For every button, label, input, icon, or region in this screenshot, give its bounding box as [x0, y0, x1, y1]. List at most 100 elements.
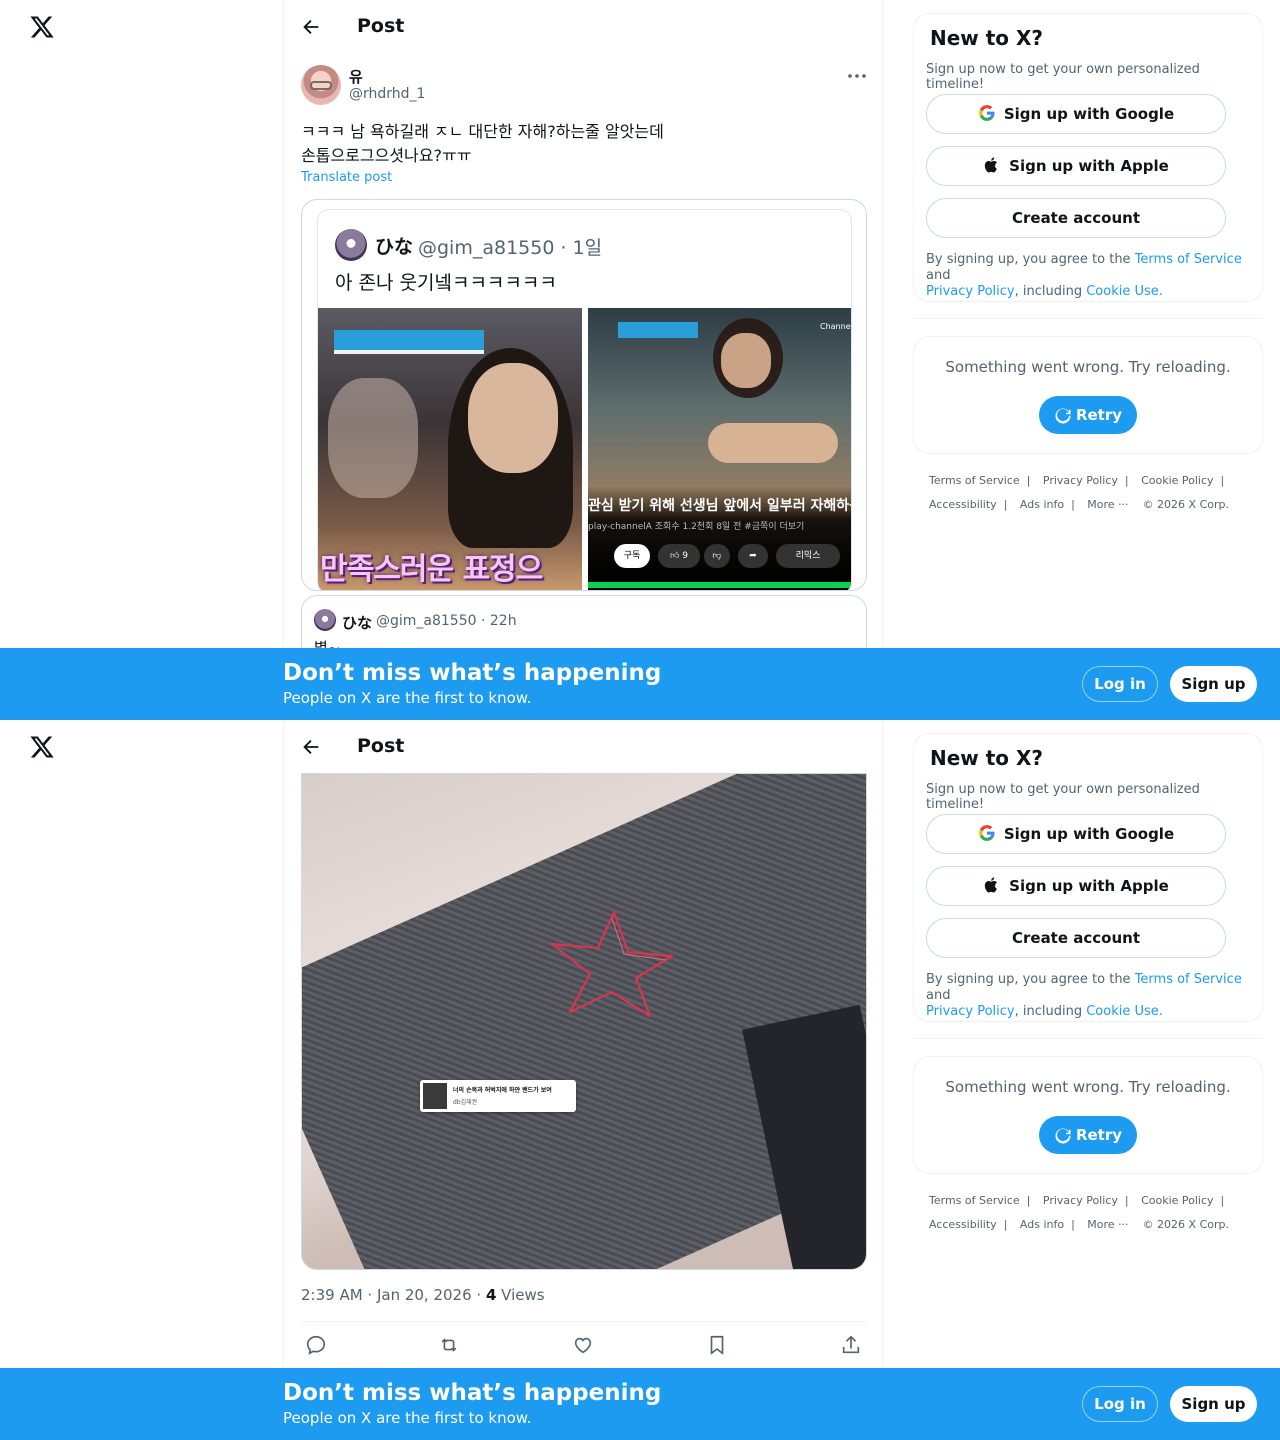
screenshot-author-handle: @gim_a81550 · 1일 — [418, 237, 603, 259]
reply-icon[interactable] — [305, 1334, 327, 1356]
trends-error-card: Something went wrong. Try reloading. Ret… — [913, 1056, 1263, 1174]
privacy-link[interactable]: Privacy Policy — [926, 284, 1015, 299]
signup-banner: Don’t miss what’s happening People on X … — [0, 648, 1280, 720]
footer-ads-link[interactable]: Ads info — [1020, 498, 1064, 511]
post-media[interactable]: ひな @gim_a81550 · 1일 아 존나 웃기넼ㅋㅋㅋㅋㅋㅋ 만족스러운… — [301, 199, 867, 591]
footer-sep: | — [1026, 1194, 1031, 1207]
screenshot-author-name: ひな — [375, 236, 414, 258]
footer-ads-link[interactable]: Ads info — [1020, 1218, 1064, 1231]
signup-apple-button[interactable]: Sign up with Apple — [926, 146, 1226, 186]
apple-icon — [984, 157, 998, 173]
new-to-x-subtitle: Sign up now to get your own personalized… — [926, 62, 1200, 92]
divider — [301, 1321, 867, 1322]
signup-banner: Don’t miss what’s happening People on X … — [0, 1368, 1280, 1440]
page-title: Post — [357, 15, 405, 37]
retry-button[interactable]: Retry — [1039, 396, 1137, 434]
sticker-line-1: 너의 손목과 허벅지에 하얀 밴드가 보여 — [453, 1087, 552, 1094]
login-button[interactable]: Log in — [1082, 666, 1158, 702]
views-label: Views — [496, 1286, 545, 1304]
retry-label: Retry — [1075, 406, 1123, 424]
banner-title: Don’t miss what’s happening — [283, 660, 662, 686]
signup-google-button[interactable]: Sign up with Google — [926, 94, 1226, 134]
footer-more-link[interactable]: More ··· — [1087, 1218, 1128, 1231]
video-action-bar: 구독 👍︎ 9 👎︎ ➦ 리믹스 — [588, 544, 851, 568]
author-name[interactable]: 유 — [349, 66, 363, 87]
new-to-x-card: New to X? Sign up now to get your own pe… — [913, 733, 1263, 1022]
terms-link[interactable]: Terms of Service — [1135, 252, 1242, 267]
video-meta: play-channelA 조회수 1.2천회 8일 전 #금쪽이 더보기 — [588, 522, 805, 532]
legal-middle: , including — [1014, 1004, 1087, 1019]
author-avatar[interactable] — [301, 65, 341, 105]
page-title: Post — [357, 735, 405, 757]
subscribe-chip: 구독 — [614, 544, 650, 568]
new-to-x-card: New to X? Sign up now to get your own pe… — [913, 13, 1263, 302]
signup-button[interactable]: Sign up — [1170, 666, 1257, 702]
footer-links-row2: Accessibility | Ads info | More ··· © 2026 … — [929, 498, 1229, 511]
footer-terms-link[interactable]: Terms of Service — [929, 1194, 1020, 1207]
screenshot-avatar — [335, 229, 367, 261]
screenshot-caption: 만족스러운 표정으 — [320, 552, 543, 587]
legal-and: and — [926, 988, 951, 1003]
retry-button[interactable]: Retry — [1039, 1116, 1137, 1154]
post-timestamp[interactable]: 2:39 AM · Jan 20, 2026 · 4 Views — [301, 1286, 545, 1304]
sidebar-divider — [913, 1038, 1263, 1039]
quoted-post-image[interactable]: 너의 손목과 허벅지에 하얀 밴드가 보여 db김재권 — [301, 773, 867, 1270]
footer-sep: | — [1071, 1218, 1075, 1231]
viewport-bottom: Post 너의 손목과 허벅지에 하얀 밴드가 보여 db김재권 2:39 AM… — [0, 720, 1280, 1440]
footer-sep: | — [1220, 474, 1225, 487]
author-handle[interactable]: @rhdrhd_1 — [349, 86, 425, 102]
top-bar: Post — [284, 720, 882, 773]
footer-links-row1: Terms of Service | Privacy Policy | Cookie… — [929, 1194, 1233, 1207]
privacy-link[interactable]: Privacy Policy — [926, 1004, 1015, 1019]
sidebar-divider — [913, 318, 1263, 319]
legal-middle: , including — [1014, 284, 1087, 299]
signup-google-label: Sign up with Google — [1003, 825, 1175, 843]
share-arrow-icon: ➦ — [738, 544, 768, 568]
x-logo-icon[interactable] — [29, 734, 55, 760]
footer-accessibility-link[interactable]: Accessibility — [929, 498, 997, 511]
screenshot-image-right: Channel 관심 받기 위해 선생님 앞에서 일부러 자해하는.. play… — [588, 308, 852, 590]
translate-post-link[interactable]: Translate post — [301, 170, 392, 185]
arrow-left-icon[interactable] — [300, 736, 322, 758]
more-options-icon[interactable] — [847, 72, 867, 80]
quoted-author-name: ひな — [342, 614, 373, 632]
signup-apple-button[interactable]: Sign up with Apple — [926, 866, 1226, 906]
terms-link[interactable]: Terms of Service — [1135, 972, 1242, 987]
repost-icon[interactable] — [438, 1334, 460, 1356]
channel-label: Channel — [820, 322, 852, 331]
refresh-icon — [1055, 1128, 1071, 1144]
bookmark-icon[interactable] — [706, 1334, 728, 1356]
arrow-left-icon[interactable] — [300, 16, 322, 38]
google-icon — [979, 825, 995, 841]
footer-terms-link[interactable]: Terms of Service — [929, 474, 1020, 487]
retry-label: Retry — [1075, 1126, 1123, 1144]
footer-copyright: © 2026 X Corp. — [1142, 1218, 1229, 1231]
apple-icon — [984, 877, 998, 893]
footer-links-row2: Accessibility | Ads info | More ··· © 2026 … — [929, 1218, 1229, 1231]
remix-chip: 리믹스 — [776, 544, 840, 568]
signup-legal-text: By signing up, you agree to the Terms of… — [926, 252, 1256, 300]
login-button[interactable]: Log in — [1082, 1386, 1158, 1422]
footer-privacy-link[interactable]: Privacy Policy — [1043, 474, 1118, 487]
legal-and: and — [926, 268, 951, 283]
footer-privacy-link[interactable]: Privacy Policy — [1043, 1194, 1118, 1207]
x-logo-icon[interactable] — [29, 14, 55, 40]
share-icon[interactable] — [840, 1334, 862, 1356]
signup-button[interactable]: Sign up — [1170, 1386, 1257, 1422]
thumbs-up-icon: 👍︎ — [669, 551, 683, 561]
create-account-button[interactable]: Create account — [926, 918, 1226, 958]
signup-google-button[interactable]: Sign up with Google — [926, 814, 1226, 854]
post-text: ㅋㅋㅋ 남 욕하길래 ㅈㄴ 대단한 자해?하는줄 알앗는데 손톱으로그으셧나요?… — [301, 122, 664, 165]
cookie-use-link[interactable]: Cookie Use. — [1086, 1004, 1163, 1019]
like-heart-icon[interactable] — [572, 1334, 594, 1356]
footer-cookie-link[interactable]: Cookie Policy — [1141, 1194, 1213, 1207]
footer-accessibility-link[interactable]: Accessibility — [929, 1218, 997, 1231]
new-to-x-title: New to X? — [930, 26, 1044, 50]
footer-more-link[interactable]: More ··· — [1087, 498, 1128, 511]
timestamp-text: 2:39 AM · Jan 20, 2026 · — [301, 1286, 486, 1304]
cookie-use-link[interactable]: Cookie Use. — [1086, 284, 1163, 299]
footer-cookie-link[interactable]: Cookie Policy — [1141, 474, 1213, 487]
create-account-button[interactable]: Create account — [926, 198, 1226, 238]
star-scratch-image — [550, 910, 674, 1018]
banner-title: Don’t miss what’s happening — [283, 1380, 662, 1406]
